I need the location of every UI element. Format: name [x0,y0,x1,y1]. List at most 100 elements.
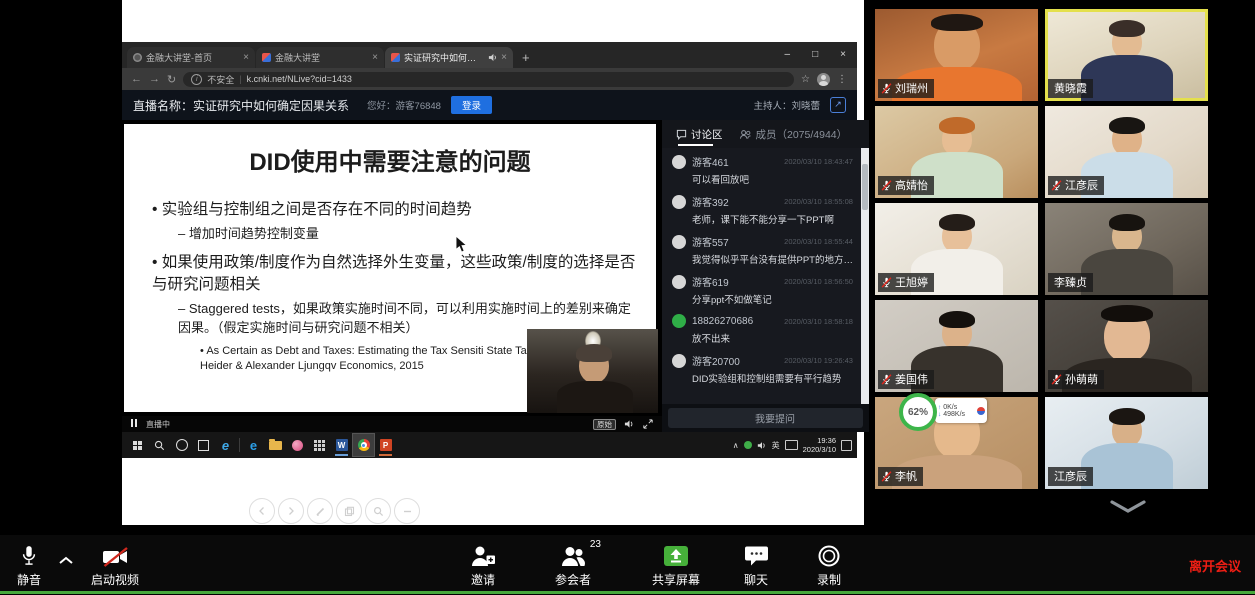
tab-title: 实证研究中如何确定因果关… [404,51,484,64]
tab-close-icon[interactable]: × [243,52,249,63]
collapse-grid-chevron-icon[interactable] [1107,499,1149,515]
profile-avatar-icon[interactable] [817,73,830,86]
back-icon[interactable]: ← [131,73,142,85]
antivirus-tray-icon[interactable] [744,441,752,449]
volume-icon[interactable] [624,419,635,429]
reload-icon[interactable]: ↻ [167,73,176,86]
invite-button[interactable]: 邀请 [454,542,512,588]
quality-selector[interactable]: 原始 [593,419,616,430]
participant-name-tag: 刘瑞州 [878,79,934,98]
participant-tile[interactable]: 江彦辰 [1045,397,1208,489]
taskbar-clock[interactable]: 19:362020/3/10 [803,436,836,454]
tab-members[interactable]: 成员（2075/4944） [739,120,848,148]
pause-icon[interactable] [131,419,139,429]
bookmark-star-icon[interactable]: ☆ [801,74,810,85]
site-favicon [391,53,400,62]
file-explorer-icon[interactable] [265,434,286,456]
browser-tab-1[interactable]: 金融大讲堂-首页 × [127,47,255,68]
live-video-area[interactable]: DID使用中需要注意的问题 实验组与控制组之间是否存在不同的时间趋势 增加时间趋… [122,120,662,432]
magnifier-icon[interactable] [365,498,391,524]
tab-close-icon[interactable]: × [501,52,507,63]
ime-language[interactable]: 英 [772,440,780,451]
cortana-icon[interactable] [171,434,192,456]
copy-icon[interactable] [336,498,362,524]
url-field[interactable]: i 不安全 | k.cnki.net/NLive?cid=1433 [183,72,794,87]
info-icon[interactable]: i [191,74,202,85]
participant-tile[interactable]: 王旭婷 [875,203,1038,295]
minimize-toolbar-icon[interactable] [394,498,420,524]
apps-grid-icon[interactable] [309,434,330,456]
chat-scrollbar[interactable] [861,148,869,404]
participant-tile[interactable]: 高婧怡 [875,106,1038,198]
tray-expand-icon[interactable]: ∧ [733,441,739,450]
mute-button[interactable]: 静音 [6,542,52,588]
powerpoint-icon[interactable]: P [375,434,396,456]
maximize-button[interactable]: □ [801,42,829,68]
search-icon[interactable] [149,434,170,456]
share-screen-button[interactable]: 共享屏幕 [642,542,710,588]
participant-tile-active-speaker[interactable]: 黄晓霞 [1045,9,1208,101]
close-button[interactable]: × [829,42,857,68]
prev-icon[interactable] [249,498,275,524]
participant-tile[interactable]: 江彦辰 [1045,106,1208,198]
start-video-button[interactable]: 启动视频 [82,542,148,588]
external-link-icon[interactable]: ↗ [830,97,846,113]
participants-button[interactable]: 23 参会者 [542,542,604,588]
tab-close-icon[interactable]: × [372,52,378,63]
presenter-silhouette [579,349,609,383]
live-page-content: DID使用中需要注意的问题 实验组与控制组之间是否存在不同的时间趋势 增加时间趋… [122,120,857,432]
participant-name-tag: 王旭婷 [878,273,934,292]
participants-count-badge: 23 [590,539,601,550]
participant-name-tag: 高婧怡 [878,176,934,195]
chat-message: 188262706862020/03/10 18:58:18 放不出来 [672,314,853,345]
participant-name-tag: 江彦辰 [1048,467,1093,486]
record-button[interactable]: 录制 [803,542,855,588]
chat-message: 游客4612020/03/10 18:43:47 可以看回放吧 [672,154,853,186]
download-arrow-icon: ↓ [938,411,941,418]
message-list[interactable]: 游客4612020/03/10 18:43:47 可以看回放吧 游客392202… [662,148,869,404]
word-icon[interactable]: W [331,434,352,456]
fullscreen-icon[interactable] [643,419,653,429]
avatar [672,275,686,289]
browser-tab-2[interactable]: 金融大讲堂 × [256,47,384,68]
participant-tile[interactable]: 李臻贞 [1045,203,1208,295]
leave-meeting-button[interactable]: 离开会议 [1189,556,1241,575]
participant-name-tag: 江彦辰 [1048,176,1104,195]
next-icon[interactable] [278,498,304,524]
chat-button[interactable]: 聊天 [730,542,782,588]
muted-mic-icon [1051,374,1062,385]
forward-icon[interactable]: → [149,73,160,85]
discussion-panel: 讨论区 成员（2075/4944） 游客4612020/03/10 18:43:… [662,120,869,432]
volume-tray-icon[interactable] [757,441,767,450]
network-health-badge[interactable]: 62% [899,393,937,431]
members-icon [739,129,752,140]
participant-name-tag: 李帆 [878,467,923,486]
action-center-icon[interactable] [841,440,852,451]
scrollbar-thumb[interactable] [862,164,868,210]
tab-discussion[interactable]: 讨论区 [676,120,723,148]
record-icon [817,544,841,568]
windows-taskbar: e e W P ∧ 英 19:362020/3/10 [122,432,857,458]
chrome-browser-window: 金融大讲堂-首页 × 金融大讲堂 × 实证研究中如何确定因果关… × + – [122,42,857,432]
ie-icon[interactable]: e [215,434,236,456]
edge-icon[interactable]: e [243,434,264,456]
minimize-button[interactable]: – [774,42,802,68]
browser-tab-3-active[interactable]: 实证研究中如何确定因果关… × [385,47,513,68]
chrome-icon[interactable] [353,434,374,456]
app-icon-pink[interactable] [287,434,308,456]
participant-tile[interactable]: 姜国伟 [875,300,1038,392]
muted-mic-icon [881,471,892,482]
participant-tile[interactable]: 刘瑞州 [875,9,1038,101]
muted-mic-icon [881,374,892,385]
login-button[interactable]: 登录 [451,96,492,114]
ask-question-button[interactable]: 我要提问 [755,411,795,426]
participant-tile[interactable]: 孙萌萌 [1045,300,1208,392]
browser-menu-icon[interactable]: ⋮ [837,74,848,85]
task-view-icon[interactable] [193,434,214,456]
pencil-icon[interactable] [307,498,333,524]
start-button[interactable] [127,434,148,456]
upload-speed: 0K/s [943,404,957,411]
mic-options-chevron-icon[interactable] [58,552,74,570]
keyboard-tray-icon[interactable] [785,440,798,450]
new-tab-button[interactable]: + [522,50,530,65]
